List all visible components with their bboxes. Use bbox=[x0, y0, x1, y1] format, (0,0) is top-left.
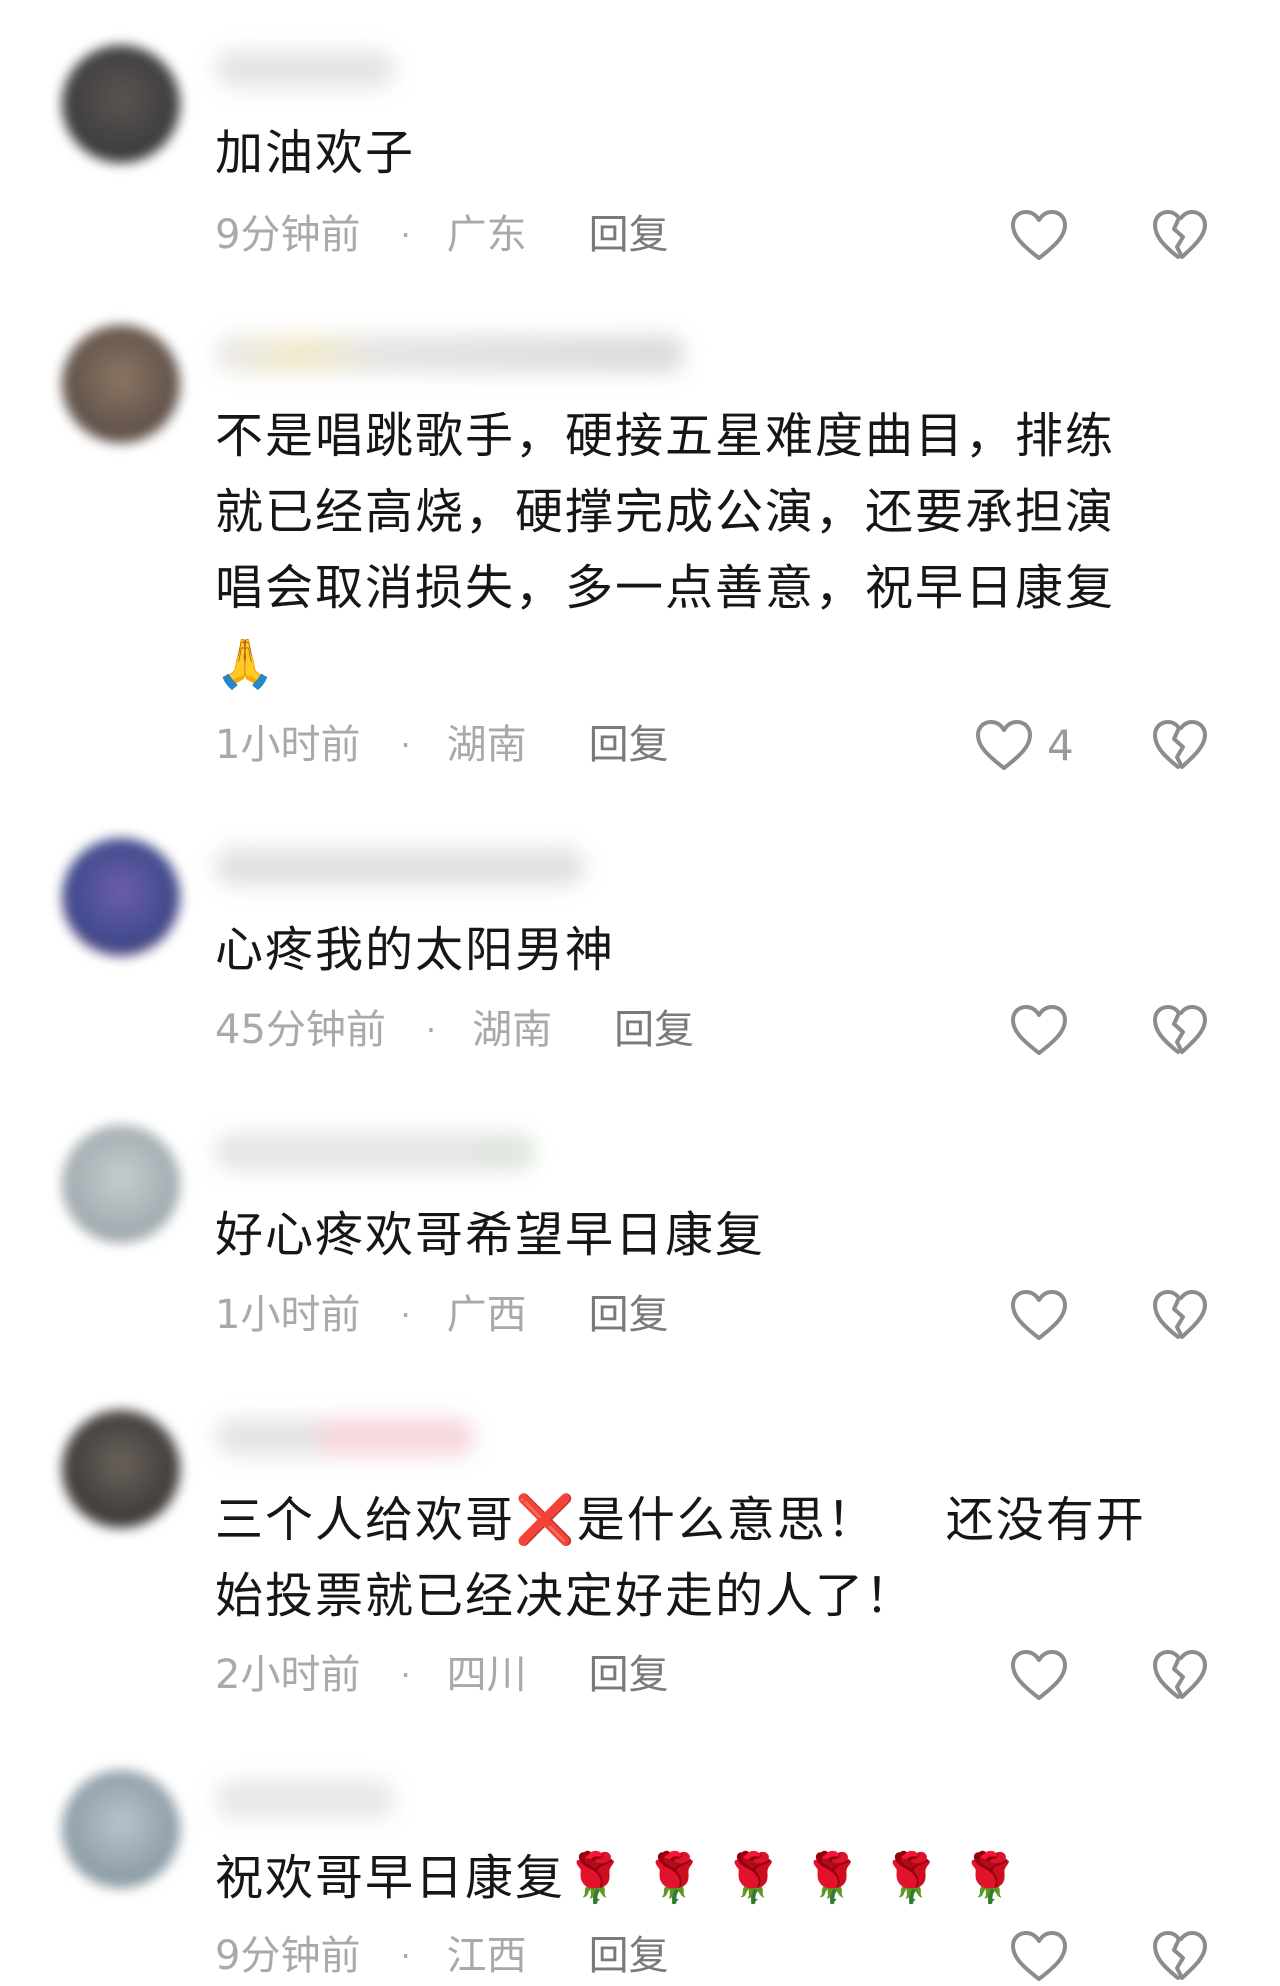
dislike-button[interactable] bbox=[1152, 1926, 1208, 1986]
heart-outline-icon bbox=[975, 719, 1033, 771]
comment-text: 祝欢哥早日康复🌹 🌹 🌹 🌹 🌹 🌹 bbox=[215, 1850, 1022, 1906]
username-blurred[interactable] bbox=[215, 50, 395, 88]
comment-time: 9分钟前 bbox=[215, 1933, 361, 1979]
comment-text: 好心疼欢哥希望早日康复 bbox=[215, 1207, 766, 1263]
avatar[interactable] bbox=[62, 45, 180, 163]
separator-dot: · bbox=[425, 1011, 437, 1049]
broken-heart-icon bbox=[1152, 1649, 1208, 1701]
comment-location: 广西 bbox=[446, 1292, 527, 1338]
comment-location: 广东 bbox=[446, 212, 527, 258]
reply-button[interactable]: 回复 bbox=[614, 1000, 694, 1060]
separator-dot: · bbox=[400, 1937, 411, 1975]
comment-meta: 9分钟前 · 江西 回复 bbox=[215, 1926, 669, 1986]
reply-button[interactable]: 回复 bbox=[589, 715, 669, 775]
avatar[interactable] bbox=[62, 325, 180, 443]
dislike-button[interactable] bbox=[1152, 205, 1208, 265]
like-button[interactable] bbox=[1010, 1000, 1082, 1060]
comment-text: 不是唱跳歌手，硬接五星难度曲目，排练 就已经高烧，硬撑完成公演，还要承担演 唱会… bbox=[215, 408, 1116, 692]
comment-text: 三个人给欢哥❌是什么意思！ 还没有开 始投票就已经决定好走的人了！ bbox=[215, 1492, 1146, 1624]
broken-heart-icon bbox=[1152, 1004, 1208, 1056]
dislike-button[interactable] bbox=[1152, 1645, 1208, 1705]
heart-outline-icon bbox=[1010, 1649, 1068, 1701]
like-button[interactable] bbox=[1010, 1645, 1082, 1705]
separator-dot: · bbox=[400, 1296, 411, 1334]
username-blurred[interactable] bbox=[215, 848, 585, 886]
username-blurred[interactable] bbox=[215, 335, 685, 373]
comment-time: 1小时前 bbox=[215, 1292, 361, 1338]
comment-text: 心疼我的太阳男神 bbox=[215, 922, 616, 978]
comment-time: 45分钟前 bbox=[215, 1007, 386, 1053]
like-button[interactable] bbox=[1010, 205, 1082, 265]
reply-button[interactable]: 回复 bbox=[589, 205, 669, 265]
broken-heart-icon bbox=[1152, 719, 1208, 771]
broken-heart-icon bbox=[1152, 209, 1208, 261]
username-blurred[interactable] bbox=[215, 1780, 395, 1818]
comment-meta: 2小时前 · 四川 回复 bbox=[215, 1645, 669, 1705]
broken-heart-icon bbox=[1152, 1289, 1208, 1341]
reply-button[interactable]: 回复 bbox=[589, 1285, 669, 1345]
username-blurred[interactable] bbox=[215, 1133, 535, 1171]
dislike-button[interactable] bbox=[1152, 1000, 1208, 1060]
avatar[interactable] bbox=[62, 1770, 180, 1888]
username-blurred[interactable] bbox=[215, 1418, 475, 1456]
comment-location: 湖南 bbox=[472, 1007, 553, 1053]
comment-time: 2小时前 bbox=[215, 1652, 361, 1698]
comment-meta: 1小时前 · 湖南 回复 bbox=[215, 715, 669, 775]
like-button[interactable] bbox=[1010, 1926, 1082, 1986]
comment-meta: 9分钟前 · 广东 回复 bbox=[215, 205, 669, 265]
comment-location: 四川 bbox=[446, 1652, 527, 1698]
like-button[interactable]: 4 bbox=[975, 715, 1074, 775]
comment-meta: 1小时前 · 广西 回复 bbox=[215, 1285, 669, 1345]
heart-outline-icon bbox=[1010, 1930, 1068, 1982]
comment-location: 江西 bbox=[446, 1933, 527, 1979]
reply-button[interactable]: 回复 bbox=[589, 1645, 669, 1705]
heart-outline-icon bbox=[1010, 209, 1068, 261]
comment-text: 加油欢子 bbox=[215, 125, 416, 181]
comment-meta: 45分钟前 · 湖南 回复 bbox=[215, 1000, 694, 1060]
heart-outline-icon bbox=[1010, 1289, 1068, 1341]
broken-heart-icon bbox=[1152, 1930, 1208, 1982]
separator-dot: · bbox=[400, 1656, 411, 1694]
avatar[interactable] bbox=[62, 1410, 180, 1528]
comment-time: 1小时前 bbox=[215, 722, 361, 768]
separator-dot: · bbox=[400, 726, 411, 764]
comment-location: 湖南 bbox=[446, 722, 527, 768]
avatar[interactable] bbox=[62, 1125, 180, 1243]
comment-time: 9分钟前 bbox=[215, 212, 361, 258]
like-button[interactable] bbox=[1010, 1285, 1082, 1345]
reply-button[interactable]: 回复 bbox=[589, 1926, 669, 1986]
dislike-button[interactable] bbox=[1152, 715, 1208, 775]
heart-outline-icon bbox=[1010, 1004, 1068, 1056]
separator-dot: · bbox=[400, 216, 411, 254]
avatar[interactable] bbox=[62, 838, 180, 956]
like-count: 4 bbox=[1047, 720, 1074, 770]
dislike-button[interactable] bbox=[1152, 1285, 1208, 1345]
